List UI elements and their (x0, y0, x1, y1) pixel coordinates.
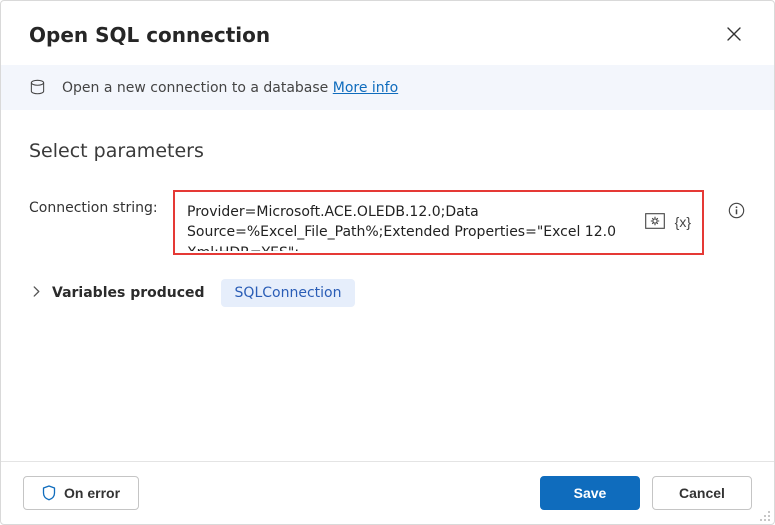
close-icon (727, 27, 741, 44)
insert-variable-button[interactable]: {x} (673, 212, 693, 232)
dialog-header: Open SQL connection (1, 1, 774, 65)
open-sql-connection-dialog: Open SQL connection Open a new connectio… (0, 0, 775, 525)
connection-string-row: Connection string: {x} (29, 190, 746, 255)
save-button[interactable]: Save (540, 476, 640, 510)
variables-produced-row: Variables produced SQLConnection (29, 279, 746, 307)
chevron-right-icon (31, 285, 42, 300)
info-text: Open a new connection to a database (62, 80, 328, 96)
close-button[interactable] (718, 19, 750, 51)
cancel-button[interactable]: Cancel (652, 476, 752, 510)
variable-chip-sqlconnection[interactable]: SQLConnection (221, 279, 356, 307)
resize-grip[interactable] (758, 508, 772, 522)
shield-icon (42, 485, 56, 501)
dialog-body: Select parameters Connection string: (1, 110, 774, 461)
info-description: Open a new connection to a database More… (62, 80, 398, 96)
on-error-button[interactable]: On error (23, 476, 139, 510)
info-icon (728, 202, 745, 222)
connection-string-info-button[interactable] (726, 202, 746, 222)
more-info-link[interactable]: More info (333, 80, 398, 96)
build-connection-button[interactable] (643, 211, 667, 234)
on-error-label: On error (64, 485, 120, 501)
info-bar: Open a new connection to a database More… (1, 65, 774, 110)
settings-box-icon (645, 213, 665, 232)
variables-produced-toggle[interactable] (29, 283, 44, 302)
section-title: Select parameters (29, 140, 746, 162)
dialog-title: Open SQL connection (29, 23, 270, 47)
database-icon (29, 79, 46, 96)
dialog-footer: On error Save Cancel (1, 461, 774, 524)
connection-string-input[interactable] (176, 193, 639, 252)
connection-string-field-wrap: {x} (173, 190, 704, 255)
connection-string-label: Connection string: (29, 190, 161, 216)
variable-icon: {x} (675, 214, 691, 230)
connection-string-tools: {x} (639, 193, 701, 252)
variables-produced-label: Variables produced (52, 285, 205, 301)
